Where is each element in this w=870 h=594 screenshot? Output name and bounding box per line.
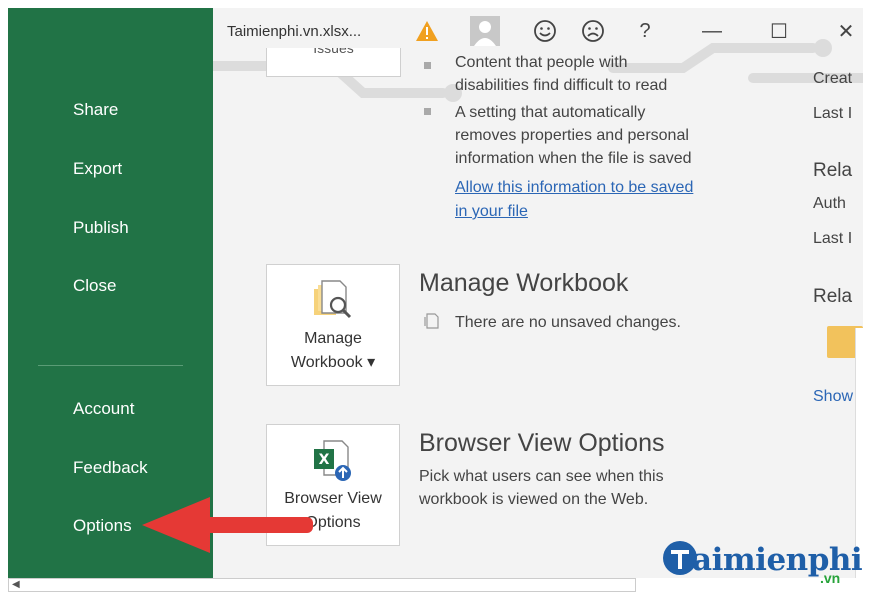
bullet-2-line-2: removes properties and personal — [455, 127, 689, 144]
bullet-marker — [424, 62, 431, 69]
manage-button-line-1: Manage — [304, 330, 362, 347]
frown-icon[interactable] — [578, 16, 608, 46]
help-icon[interactable]: ? — [630, 16, 660, 46]
smile-icon[interactable] — [530, 16, 560, 46]
excel-browser-icon: X — [314, 440, 351, 481]
link-line-2: in your file — [455, 203, 528, 220]
bullet-1-line-2: disabilities find difficult to read — [455, 77, 668, 94]
link-line-1: Allow this information to be saved — [455, 179, 694, 196]
nav-account[interactable]: Account — [73, 399, 134, 419]
issues-label: Issues — [313, 48, 354, 56]
backstage-content: Taimienphi.vn.xlsx... ? — ☐ ✕ Issues Con… — [213, 8, 863, 578]
svg-text:X: X — [319, 452, 330, 468]
browser-desc-line-1: Pick what users can see when this — [419, 468, 664, 485]
manage-workbook-title: Manage Workbook — [419, 269, 629, 297]
browser-desc-line-2: workbook is viewed on the Web. — [419, 491, 649, 508]
close-window-icon[interactable]: ✕ — [831, 16, 861, 46]
scroll-left-icon[interactable]: ◀ — [12, 579, 20, 590]
bullet-marker — [424, 108, 431, 115]
backstage-nav: Share Export Publish Close Account Feedb… — [8, 8, 213, 578]
nav-feedback[interactable]: Feedback — [73, 458, 148, 478]
document-icon — [424, 313, 439, 329]
nav-share[interactable]: Share — [73, 100, 118, 120]
user-avatar-icon[interactable] — [470, 16, 500, 46]
related-dates-heading: Rela — [813, 160, 853, 181]
warning-icon[interactable] — [412, 16, 442, 46]
prop-author: Auth — [813, 195, 846, 212]
nav-options[interactable]: Options — [73, 516, 132, 536]
maximize-icon[interactable]: ☐ — [764, 16, 794, 46]
manage-status-text: There are no unsaved changes. — [455, 314, 681, 331]
manage-button-line-2: Workbook ▾ — [290, 354, 376, 371]
taimienphi-logo: aimienphi .vn — [662, 538, 863, 586]
manage-workbook-button[interactable]: Manage Workbook ▾ — [266, 264, 400, 386]
prop-last-modified: Last I — [813, 105, 853, 122]
bullet-2-text: A setting that automatically removes pro… — [455, 101, 692, 170]
browser-view-options-desc: Pick what users can see when this workbo… — [419, 465, 664, 511]
prop-created: Creat — [813, 70, 853, 87]
prop-last-modified-by: Last I — [813, 230, 853, 247]
browser-view-options-title: Browser View Options — [419, 429, 665, 457]
related-documents-heading: Rela — [813, 286, 853, 307]
brand-tld: .vn — [820, 570, 841, 586]
allow-info-saved-link[interactable]: Allow this information to be saved in yo… — [455, 176, 693, 224]
excel-backstage-window: Share Export Publish Close Account Feedb… — [0, 0, 870, 594]
manage-workbook-icon — [314, 280, 352, 319]
bullet-1-line-1: Content that people with — [455, 54, 628, 71]
nav-close[interactable]: Close — [73, 276, 116, 296]
nav-divider — [38, 365, 183, 366]
red-arrow-annotation — [142, 497, 313, 553]
bullet-2-line-1: A setting that automatically — [455, 104, 646, 121]
nav-export[interactable]: Export — [73, 159, 122, 179]
horizontal-scrollbar[interactable]: ◀ — [8, 578, 636, 592]
nav-publish[interactable]: Publish — [73, 218, 129, 238]
bullet-1-text: Content that people with disabilities fi… — [455, 51, 667, 97]
bullet-2-line-3: information when the file is saved — [455, 150, 692, 167]
minimize-icon[interactable]: — — [697, 16, 727, 46]
check-for-issues-button[interactable]: Issues — [266, 48, 401, 77]
title-bar: Taimienphi.vn.xlsx... ? — ☐ ✕ — [213, 8, 863, 52]
window-title: Taimienphi.vn.xlsx... — [227, 23, 362, 40]
